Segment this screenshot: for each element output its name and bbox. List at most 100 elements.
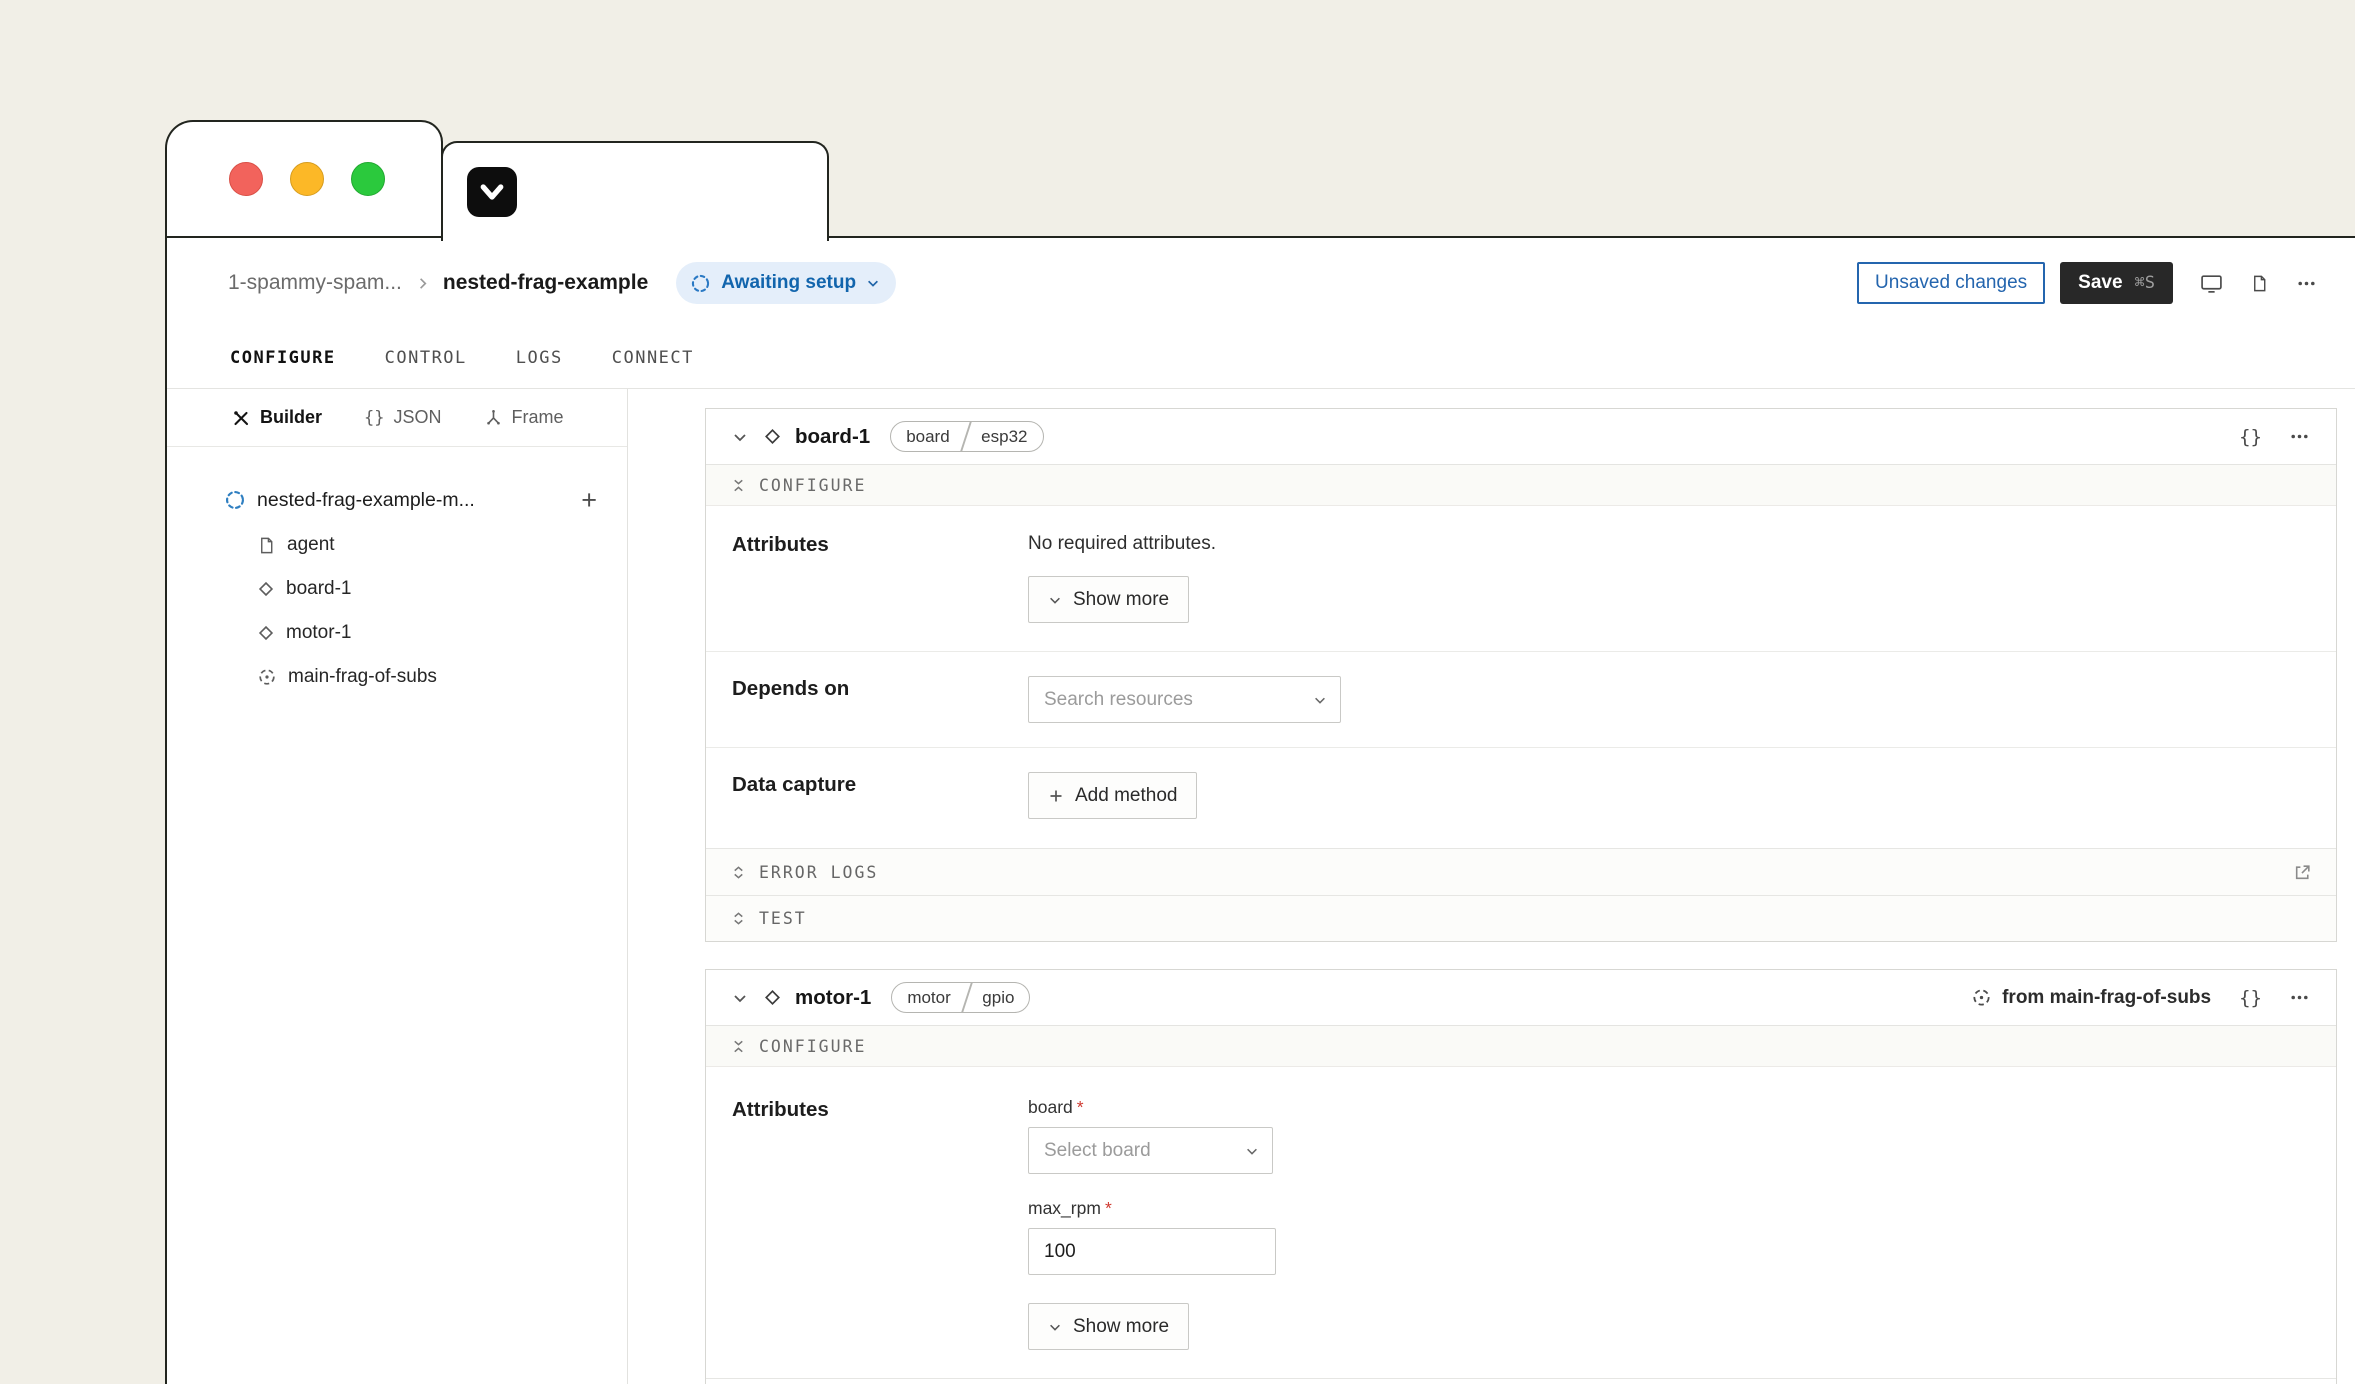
page-title: nested-frag-example bbox=[443, 271, 648, 295]
chevron-down-icon bbox=[866, 276, 880, 290]
depends-on-select[interactable]: Search resources bbox=[1028, 676, 1341, 723]
braces-icon: {} bbox=[364, 408, 384, 428]
maximize-window-button[interactable] bbox=[351, 162, 385, 196]
tree-root-machine[interactable]: nested-frag-example-m... + bbox=[167, 477, 627, 523]
resource-card-board-1: board-1 board esp32 {} bbox=[705, 408, 2337, 942]
fragment-icon bbox=[257, 667, 277, 687]
card-overflow-menu-icon[interactable] bbox=[2289, 987, 2310, 1008]
show-more-button[interactable]: Show more bbox=[1028, 1303, 1189, 1350]
save-button[interactable]: Save ⌘S bbox=[2060, 262, 2173, 304]
frame-axes-icon bbox=[484, 408, 503, 427]
error-logs-section-header[interactable]: ERROR LOGS bbox=[706, 848, 2336, 895]
configure-section-header[interactable]: CONFIGURE bbox=[706, 465, 2336, 506]
tree-root-label: nested-frag-example-m... bbox=[257, 489, 475, 512]
chevron-down-icon bbox=[1245, 1144, 1259, 1158]
browser-tab[interactable] bbox=[441, 141, 829, 241]
app-window: 1-spammy-spam... nested-frag-example Awa… bbox=[165, 236, 2355, 1384]
collapse-card-icon[interactable] bbox=[732, 990, 748, 1006]
breadcrumb-parent[interactable]: 1-spammy-spam... bbox=[228, 271, 402, 295]
close-window-button[interactable] bbox=[229, 162, 263, 196]
card-overflow-menu-icon[interactable] bbox=[2289, 426, 2310, 447]
card-header: board-1 board esp32 {} bbox=[706, 409, 2336, 465]
monitor-icon[interactable] bbox=[2200, 273, 2223, 294]
expand-section-icon bbox=[731, 865, 746, 880]
file-icon bbox=[257, 536, 276, 555]
data-capture-row: Data capture Add method bbox=[706, 747, 2336, 848]
tree-item-board-1[interactable]: board-1 bbox=[167, 567, 627, 611]
status-badge-label: Awaiting setup bbox=[721, 272, 856, 294]
model-tag: gpio bbox=[967, 983, 1029, 1012]
browser-chrome bbox=[165, 120, 443, 236]
status-badge[interactable]: Awaiting setup bbox=[676, 262, 896, 304]
tab-control[interactable]: CONTROL bbox=[385, 348, 467, 368]
resource-name: board-1 bbox=[795, 425, 870, 449]
builder-wrench-icon bbox=[231, 408, 251, 428]
config-main-panel: board-1 board esp32 {} bbox=[628, 389, 2355, 1384]
chevron-down-icon bbox=[1048, 1320, 1062, 1334]
json-braces-icon[interactable]: {} bbox=[2239, 426, 2262, 448]
no-required-attributes-text: No required attributes. bbox=[1028, 532, 1216, 556]
max-rpm-field-label: max_rpm bbox=[1028, 1198, 1101, 1219]
chevron-down-icon bbox=[1313, 693, 1327, 707]
show-more-button[interactable]: Show more bbox=[1028, 576, 1189, 623]
depends-on-row: Depends on Search resources bbox=[706, 651, 2336, 747]
collapse-card-icon[interactable] bbox=[732, 429, 748, 445]
required-asterisk: * bbox=[1077, 1097, 1084, 1118]
tab-configure[interactable]: CONFIGURE bbox=[230, 348, 336, 368]
board-field-label: board bbox=[1028, 1097, 1073, 1118]
max-rpm-field: max_rpm * bbox=[1028, 1198, 1276, 1275]
sidebar-mode-switcher: Builder {} JSON Frame bbox=[167, 389, 627, 447]
add-resource-button[interactable]: + bbox=[581, 487, 597, 514]
json-braces-icon[interactable]: {} bbox=[2239, 987, 2262, 1009]
mode-frame[interactable]: Frame bbox=[484, 407, 564, 428]
nav-tabs: CONFIGURE CONTROL LOGS CONNECT bbox=[167, 328, 2355, 389]
diamond-icon bbox=[763, 427, 782, 446]
mode-builder[interactable]: Builder bbox=[231, 407, 322, 428]
minimize-window-button[interactable] bbox=[290, 162, 324, 196]
resource-card-motor-1: motor-1 motor gpio from main-frag-of-sub… bbox=[705, 969, 2337, 1384]
fragment-source: from main-frag-of-subs bbox=[1971, 987, 2211, 1009]
machine-status-spinner-icon bbox=[224, 489, 246, 511]
page-header: 1-spammy-spam... nested-frag-example Awa… bbox=[167, 238, 2355, 328]
resource-name: motor-1 bbox=[795, 986, 871, 1010]
diamond-icon bbox=[763, 988, 782, 1007]
tree-item-agent[interactable]: agent bbox=[167, 523, 627, 567]
plus-icon bbox=[1048, 788, 1064, 804]
diamond-icon bbox=[257, 580, 275, 598]
type-tag: board bbox=[891, 422, 964, 451]
mode-json[interactable]: {} JSON bbox=[364, 407, 442, 428]
tab-logs[interactable]: LOGS bbox=[516, 348, 563, 368]
attributes-row: Attributes No required attributes. Show … bbox=[706, 506, 2336, 651]
fragment-icon bbox=[1971, 987, 1992, 1008]
max-rpm-input[interactable] bbox=[1028, 1228, 1276, 1275]
viam-logo-icon bbox=[467, 167, 517, 217]
test-section-header[interactable]: TEST bbox=[706, 895, 2336, 941]
collapse-section-icon bbox=[731, 1039, 746, 1054]
save-shortcut: ⌘S bbox=[2135, 273, 2155, 293]
tree-item-main-frag-of-subs[interactable]: main-frag-of-subs bbox=[167, 655, 627, 699]
unsaved-changes-label: Unsaved changes bbox=[1875, 272, 2027, 294]
tree-item-motor-1[interactable]: motor-1 bbox=[167, 611, 627, 655]
board-select-placeholder: Select board bbox=[1044, 1140, 1151, 1162]
board-select[interactable]: Select board bbox=[1028, 1127, 1273, 1174]
document-icon[interactable] bbox=[2250, 273, 2269, 294]
board-field: board * Select board bbox=[1028, 1097, 1273, 1174]
attributes-label: Attributes bbox=[732, 1097, 1028, 1350]
data-capture-label: Data capture bbox=[732, 772, 1028, 819]
add-method-button[interactable]: Add method bbox=[1028, 772, 1197, 819]
awaiting-spinner-icon bbox=[690, 273, 711, 294]
required-asterisk: * bbox=[1105, 1198, 1112, 1219]
external-link-icon[interactable] bbox=[2293, 863, 2312, 882]
attributes-row: Attributes board * Select board bbox=[706, 1067, 2336, 1378]
card-header: motor-1 motor gpio from main-frag-of-sub… bbox=[706, 970, 2336, 1026]
chevron-down-icon bbox=[1048, 593, 1062, 607]
resource-type-tags: motor gpio bbox=[891, 982, 1030, 1013]
tab-connect[interactable]: CONNECT bbox=[612, 348, 694, 368]
type-tag: motor bbox=[892, 983, 965, 1012]
overflow-menu-icon[interactable] bbox=[2296, 273, 2317, 294]
configure-section-header[interactable]: CONFIGURE bbox=[706, 1026, 2336, 1067]
depends-on-placeholder: Search resources bbox=[1044, 689, 1193, 711]
expand-section-icon bbox=[731, 911, 746, 926]
unsaved-changes-button[interactable]: Unsaved changes bbox=[1857, 262, 2045, 304]
resource-tree: nested-frag-example-m... + agent board bbox=[167, 447, 627, 699]
